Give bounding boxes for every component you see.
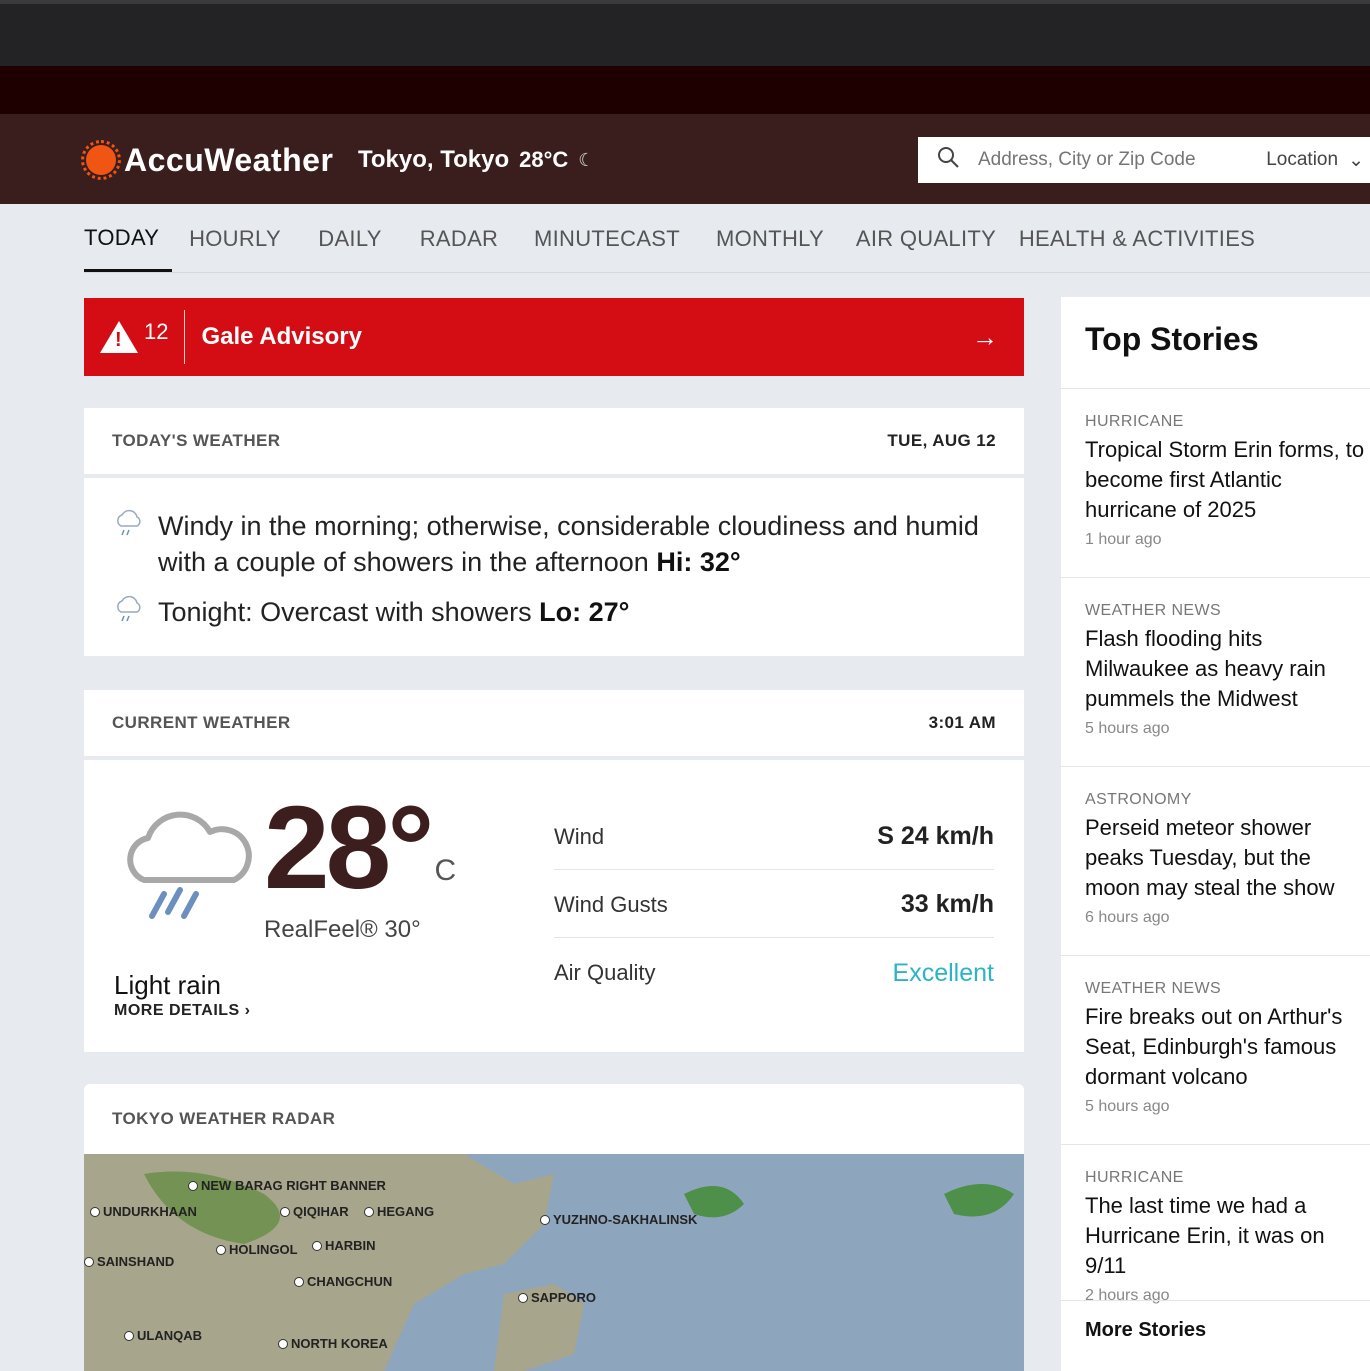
map-region: NORTH KOREA: [278, 1336, 388, 1351]
current-phrase: Light rain: [114, 970, 221, 1000]
story-title: Fire breaks out on Arthur's Seat, Edinbu…: [1085, 1004, 1343, 1089]
story-item[interactable]: ASTRONOMY Perseid meteor shower peaks Tu…: [1061, 766, 1370, 951]
chevron-right-icon: ›: [244, 1002, 251, 1019]
tab-today[interactable]: TODAY: [84, 206, 172, 272]
tab-daily[interactable]: DAILY: [298, 206, 402, 272]
story-time: 1 hour ago: [1085, 531, 1162, 548]
tab-hourly[interactable]: HOURLY: [172, 206, 298, 272]
story-category: HURRICANE: [1085, 413, 1184, 430]
more-details-link[interactable]: MORE DETAILS ›: [114, 1002, 250, 1020]
day-forecast: Windy in the morning; otherwise, conside…: [114, 508, 998, 580]
radar-map[interactable]: NEW BARAG RIGHT BANNER UNDURKHAAN QIQIHA…: [84, 1154, 1024, 1371]
tabs-divider: [84, 272, 1370, 273]
logo[interactable]: AccuWeather: [81, 140, 334, 180]
more-stories-link[interactable]: More Stories: [1061, 1300, 1370, 1360]
radar-title: TOKYO WEATHER RADAR: [112, 1109, 336, 1128]
arrow-right-icon: →: [972, 321, 998, 352]
location-select[interactable]: Location ⌄: [1266, 149, 1370, 172]
todays-weather-title: TODAY'S WEATHER: [112, 431, 281, 450]
gale-advisory-banner[interactable]: ! 12 Gale Advisory →: [84, 298, 1024, 376]
story-category: WEATHER NEWS: [1085, 602, 1222, 619]
map-city: ULANQAB: [124, 1328, 202, 1343]
story-title: The last time we had a Hurricane Erin, i…: [1085, 1193, 1325, 1278]
night-forecast: Tonight: Overcast with showers Lo: 27°: [114, 594, 629, 630]
logo-text: AccuWeather: [124, 141, 334, 178]
metric-air-quality[interactable]: Air Quality Excellent: [554, 940, 994, 1006]
rain-cloud-icon: [114, 594, 158, 628]
nav-tabs: TODAY HOURLY DAILY RADAR MINUTECAST MONT…: [84, 206, 1264, 272]
map-city: UNDURKHAAN: [90, 1204, 197, 1219]
story-title: Tropical Storm Erin forms, to become fir…: [1085, 437, 1365, 522]
moon-cloud-icon: ☾: [578, 149, 595, 170]
metric-label: Wind Gusts: [554, 891, 668, 917]
metric-label: Air Quality: [554, 960, 656, 985]
tab-monthly[interactable]: MONTHLY: [698, 206, 842, 272]
alert-divider: [184, 310, 186, 364]
todays-weather-header[interactable]: TODAY'S WEATHER TUE, AUG 12: [84, 408, 1024, 474]
story-item[interactable]: HURRICANE Tropical Storm Erin forms, to …: [1061, 388, 1370, 573]
current-weather-header[interactable]: CURRENT WEATHER 3:01 AM: [84, 690, 1024, 756]
tab-radar[interactable]: RADAR: [402, 206, 516, 272]
metric-value: 33 km/h: [900, 890, 994, 918]
tab-minutecast[interactable]: MINUTECAST: [516, 206, 698, 272]
rain-cloud-icon: [114, 790, 264, 942]
alert-title: Gale Advisory: [201, 323, 362, 350]
story-time: 6 hours ago: [1085, 909, 1170, 926]
map-city: SAPPORO: [518, 1290, 596, 1305]
metric-wind-gusts: Wind Gusts 33 km/h: [554, 872, 994, 938]
warning-icon: !: [100, 321, 138, 353]
story-category: WEATHER NEWS: [1085, 980, 1222, 997]
map-city: CHANGCHUN: [294, 1274, 392, 1289]
tab-health-activities[interactable]: HEALTH & ACTIVITIES: [1010, 206, 1264, 272]
map-city: QIQIHAR: [280, 1204, 349, 1219]
top-stories: Top Stories HURRICANE Tropical Storm Eri…: [1061, 297, 1370, 1371]
top-banner: [0, 66, 1370, 114]
night-forecast-text: Tonight: Overcast with showers Lo: 27°: [158, 597, 630, 627]
map-city: SAINSHAND: [84, 1254, 174, 1269]
story-time: 5 hours ago: [1085, 1098, 1170, 1115]
current-weather-time: 3:01 AM: [928, 713, 996, 732]
story-item[interactable]: WEATHER NEWS Flash flooding hits Milwauk…: [1061, 577, 1370, 762]
metric-label: Wind: [554, 823, 605, 849]
alert-count: 12: [144, 319, 169, 344]
search-input[interactable]: [978, 149, 1238, 171]
search-icon[interactable]: [918, 145, 978, 175]
story-category: ASTRONOMY: [1085, 791, 1192, 808]
story-time: 5 hours ago: [1085, 720, 1170, 737]
map-city: NEW BARAG RIGHT BANNER: [188, 1178, 386, 1193]
current-location[interactable]: Tokyo, Tokyo 28°C ☾: [358, 143, 594, 177]
map-city: HEGANG: [364, 1204, 434, 1219]
location-temp: 28°C: [519, 147, 569, 172]
day-forecast-text: Windy in the morning; otherwise, conside…: [158, 511, 979, 577]
current-weather-body[interactable]: 28° C RealFeel® 30° Light rain MORE DETAI…: [84, 760, 1024, 1052]
radar-card: TOKYO WEATHER RADAR NEW BARAG RIGHT BANN…: [84, 1084, 1024, 1371]
metric-value: Excellent: [892, 958, 994, 987]
search-bar: Location ⌄: [918, 137, 1370, 183]
story-title: Perseid meteor shower peaks Tuesday, but…: [1085, 815, 1335, 900]
metric-value: S 24 km/h: [877, 822, 994, 850]
location-name: Tokyo, Tokyo: [358, 146, 510, 173]
current-temperature: 28° C: [264, 782, 457, 914]
rain-cloud-icon: [114, 508, 158, 542]
story-item[interactable]: WEATHER NEWS Fire breaks out on Arthur's…: [1061, 955, 1370, 1140]
map-city: YUZHNO-SAKHALINSK: [540, 1212, 697, 1227]
realfeel: RealFeel® 30°: [264, 916, 421, 943]
story-title: Flash flooding hits Milwaukee as heavy r…: [1085, 626, 1326, 711]
metric-wind: Wind S 24 km/h: [554, 804, 994, 870]
todays-weather-date: TUE, AUG 12: [887, 431, 996, 450]
sun-logo-icon: [81, 140, 121, 180]
current-weather-title: CURRENT WEATHER: [112, 713, 291, 732]
story-category: HURRICANE: [1085, 1169, 1184, 1186]
map-city: HOLINGOL: [216, 1242, 298, 1257]
browser-top-bar: [0, 0, 1370, 66]
map-city: HARBIN: [312, 1238, 376, 1253]
tab-air-quality[interactable]: AIR QUALITY: [842, 206, 1010, 272]
location-select-label: Location: [1266, 149, 1339, 170]
top-stories-title: Top Stories: [1085, 321, 1259, 357]
chevron-down-icon: ⌄: [1348, 149, 1364, 171]
todays-weather-body[interactable]: Windy in the morning; otherwise, conside…: [84, 478, 1024, 656]
